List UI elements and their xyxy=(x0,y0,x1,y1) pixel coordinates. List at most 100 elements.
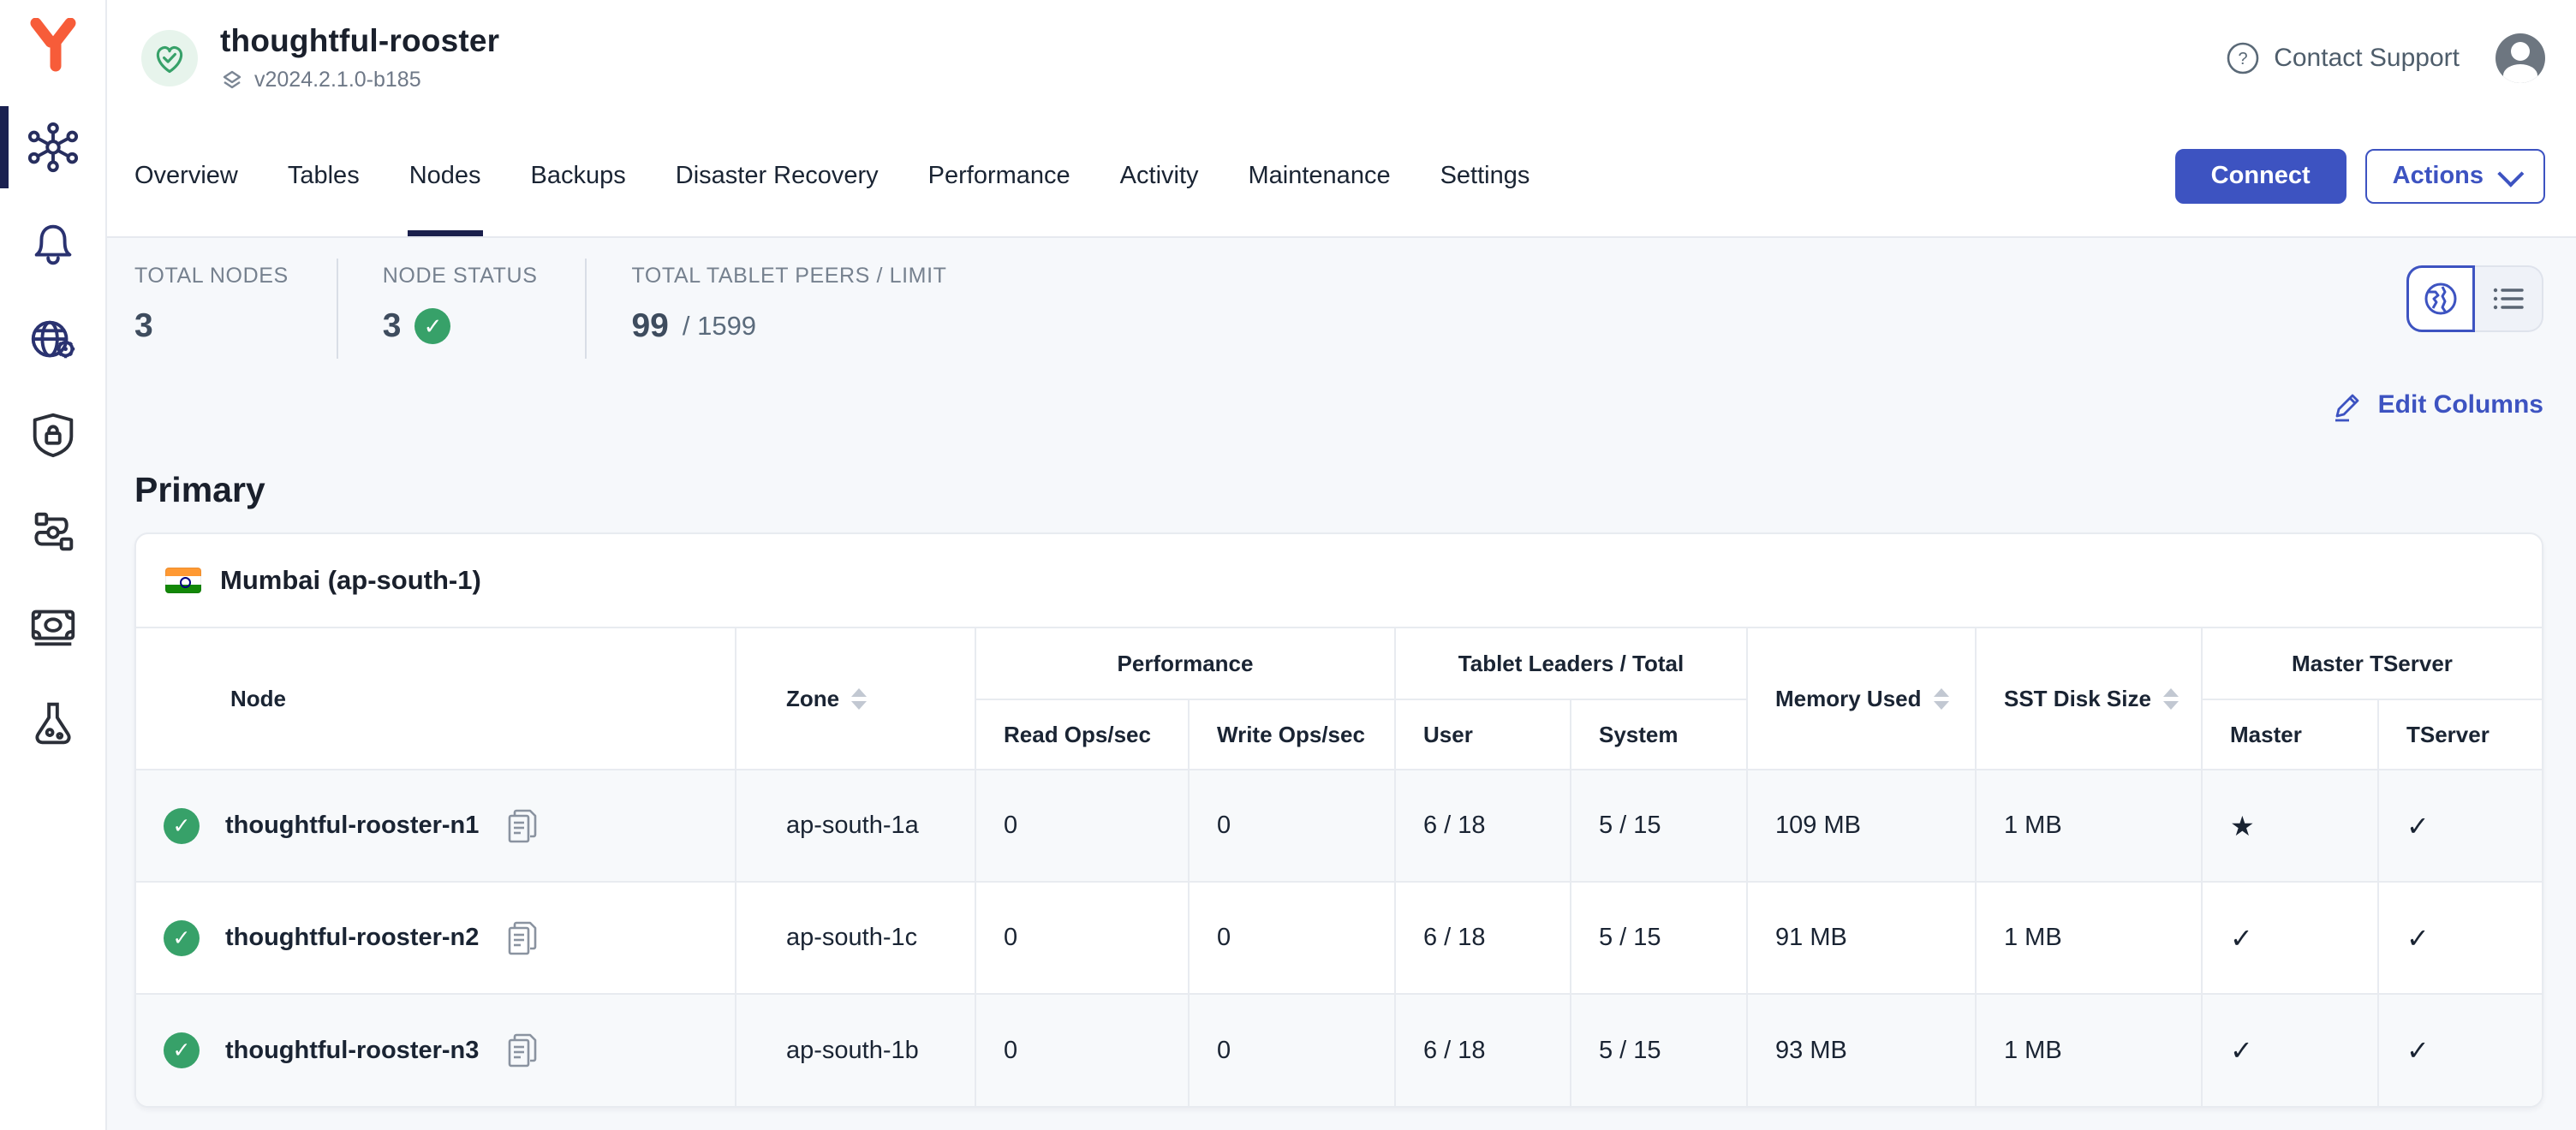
contact-support-link[interactable]: ? Contact Support xyxy=(2226,41,2460,75)
tab-activity[interactable]: Activity xyxy=(1120,116,1199,236)
sst-disk-cell: 1 MB xyxy=(1976,770,2202,882)
table-row: thoughtful-rooster-n1 ap- xyxy=(136,770,2542,882)
connect-button[interactable]: Connect xyxy=(2175,149,2346,204)
tab-settings[interactable]: Settings xyxy=(1440,116,1530,236)
column-header-write-ops: Write Ops/sec xyxy=(1189,699,1395,770)
check-icon: ✓ xyxy=(2378,994,2542,1106)
sort-icon xyxy=(1934,688,1949,710)
user-tablets-cell: 6 / 18 xyxy=(1395,994,1571,1106)
zone-cell: ap-south-1b xyxy=(736,994,975,1106)
system-tablets-cell: 5 / 15 xyxy=(1571,994,1747,1106)
topbar: thoughtful-rooster v2024.2.1.0-b185 ? Co… xyxy=(107,0,2576,116)
check-icon: ✓ xyxy=(2202,994,2378,1106)
node-healthy-icon xyxy=(164,920,200,956)
cluster-health-badge xyxy=(141,30,198,86)
node-cell: thoughtful-rooster-n3 xyxy=(136,994,736,1106)
sidebar-item-network[interactable] xyxy=(0,291,105,387)
group-header-tablet-leaders: Tablet Leaders / Total xyxy=(1395,627,1747,699)
column-header-sst[interactable]: SST Disk Size xyxy=(1976,627,2202,770)
column-header-memory[interactable]: Memory Used xyxy=(1747,627,1976,770)
copy-button[interactable] xyxy=(504,1032,539,1069)
edit-columns-label: Edit Columns xyxy=(2378,390,2543,419)
sidebar-item-billing[interactable] xyxy=(0,579,105,675)
sidebar-item-integrations[interactable] xyxy=(0,483,105,579)
layers-icon xyxy=(220,68,244,92)
flask-icon xyxy=(27,696,80,749)
nodes-table: Node Zone Performance Tablet Leaders / T… xyxy=(136,627,2542,1106)
actions-button[interactable]: Actions xyxy=(2365,149,2545,204)
sst-disk-cell: 1 MB xyxy=(1976,994,2202,1106)
edit-columns-button[interactable]: Edit Columns xyxy=(2330,388,2543,422)
map-view-button[interactable] xyxy=(2406,265,2475,332)
money-icon xyxy=(27,600,80,653)
check-icon: ✓ xyxy=(2378,770,2542,882)
flow-icon xyxy=(27,504,80,557)
column-header-tserver: TServer xyxy=(2378,699,2542,770)
stat-value: 3 xyxy=(383,307,402,345)
tabs: Overview Tables Nodes Backups Disaster Recov… xyxy=(134,116,1530,236)
tab-backups[interactable]: Backups xyxy=(531,116,626,236)
actions-button-label: Actions xyxy=(2393,162,2484,190)
sidebar-item-clusters[interactable] xyxy=(0,99,105,195)
app-root: thoughtful-rooster v2024.2.1.0-b185 ? Co… xyxy=(0,0,2576,1130)
node-name: thoughtful-rooster-n3 xyxy=(225,1037,479,1065)
stat-value: 99 xyxy=(631,307,668,345)
svg-text:?: ? xyxy=(2239,50,2248,68)
copy-icon xyxy=(504,919,539,957)
zone-cell: ap-south-1c xyxy=(736,882,975,994)
memory-used-cell: 93 MB xyxy=(1747,994,1976,1106)
memory-used-cell: 109 MB xyxy=(1747,770,1976,882)
table-header: Node Zone Performance Tablet Leaders / T… xyxy=(136,627,2542,770)
sst-disk-cell: 1 MB xyxy=(1976,882,2202,994)
column-header-label: SST Disk Size xyxy=(2004,686,2151,712)
tab-maintenance[interactable]: Maintenance xyxy=(1249,116,1391,236)
column-header-user: User xyxy=(1395,699,1571,770)
node-healthy-icon xyxy=(164,808,200,844)
column-header-node: Node xyxy=(136,627,736,770)
node-cell: thoughtful-rooster-n1 xyxy=(136,770,736,882)
sidebar-nav xyxy=(0,99,105,770)
stats-band: TOTAL NODES 3 NODE STATUS 3 TOTAL TAB xyxy=(134,259,2543,359)
copy-button[interactable] xyxy=(504,807,539,845)
stat-value: 3 xyxy=(134,307,153,345)
pencil-icon xyxy=(2330,388,2364,422)
sort-icon xyxy=(851,688,867,710)
column-header-system: System xyxy=(1571,699,1747,770)
write-ops-cell: 0 xyxy=(1189,770,1395,882)
sidebar-item-labs[interactable] xyxy=(0,675,105,770)
cluster-icon xyxy=(27,121,80,174)
content: TOTAL NODES 3 NODE STATUS 3 TOTAL TAB xyxy=(107,238,2576,1130)
check-circle-icon xyxy=(414,308,450,344)
tab-disaster-recovery[interactable]: Disaster Recovery xyxy=(676,116,879,236)
sidebar-item-security[interactable] xyxy=(0,387,105,483)
copy-button[interactable] xyxy=(504,919,539,957)
cluster-name: thoughtful-rooster xyxy=(220,23,499,59)
tab-nodes[interactable]: Nodes xyxy=(409,116,481,236)
column-header-label: Zone xyxy=(786,686,839,712)
list-view-button[interactable] xyxy=(2475,265,2543,332)
column-header-zone[interactable]: Zone xyxy=(736,627,975,770)
column-header-master: Master xyxy=(2202,699,2378,770)
stat-label: NODE STATUS xyxy=(383,264,538,288)
help-circle-icon: ? xyxy=(2226,41,2260,75)
star-icon: ★ xyxy=(2202,770,2378,882)
tab-overview[interactable]: Overview xyxy=(134,116,238,236)
sidebar-item-alerts[interactable] xyxy=(0,195,105,291)
read-ops-cell: 0 xyxy=(975,882,1189,994)
group-header-performance: Performance xyxy=(975,627,1395,699)
stat-total-nodes: TOTAL NODES 3 xyxy=(134,259,337,359)
node-name: thoughtful-rooster-n1 xyxy=(225,812,479,840)
edit-columns-row: Edit Columns xyxy=(134,388,2543,422)
tab-tables[interactable]: Tables xyxy=(288,116,360,236)
yugabyte-logo[interactable] xyxy=(27,15,79,75)
tab-performance[interactable]: Performance xyxy=(928,116,1070,236)
region-card: Mumbai (ap-south-1) Node Zone xyxy=(134,532,2543,1108)
globe-icon xyxy=(2422,280,2460,318)
shield-lock-icon xyxy=(27,408,80,461)
stat-label: TOTAL NODES xyxy=(134,264,289,288)
region-name: Mumbai (ap-south-1) xyxy=(220,565,481,596)
user-avatar[interactable] xyxy=(2496,33,2545,83)
user-tablets-cell: 6 / 18 xyxy=(1395,770,1571,882)
memory-used-cell: 91 MB xyxy=(1747,882,1976,994)
cluster-version: v2024.2.1.0-b185 xyxy=(254,68,421,92)
